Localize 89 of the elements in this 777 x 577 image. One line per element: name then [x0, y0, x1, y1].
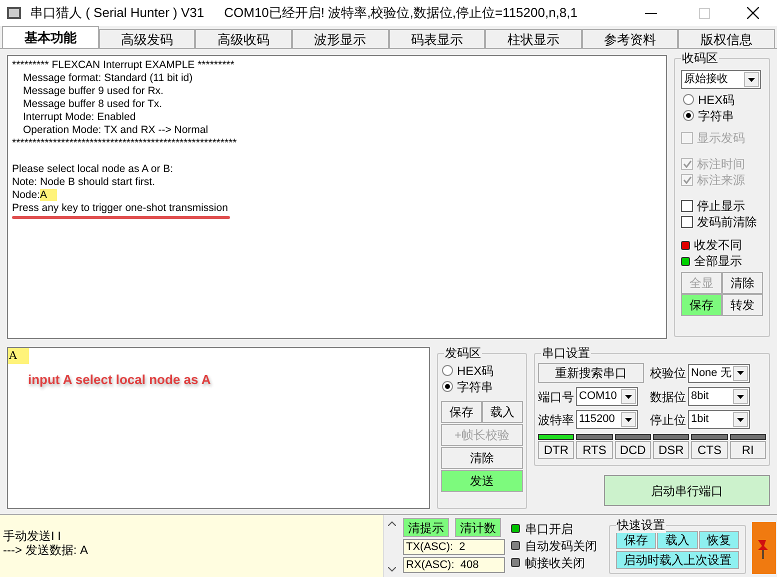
- radio-label: 字符串: [698, 110, 734, 122]
- tab[interactable]: 版权信息: [678, 29, 775, 48]
- receive-text-area[interactable]: [7, 55, 667, 339]
- led-label: 收发不同: [694, 239, 742, 251]
- field-label: 波特率: [538, 414, 574, 426]
- start-port-button[interactable]: 启动串行端口: [604, 475, 770, 506]
- dropdown[interactable]: 115200: [576, 410, 638, 429]
- panel-button[interactable]: 清除: [722, 272, 763, 294]
- tab[interactable]: 柱状显示: [485, 29, 582, 48]
- checkbox-label: 显示发码: [697, 132, 745, 144]
- log-line: Operation Mode: TX and RX --> Normal: [23, 124, 208, 136]
- tab[interactable]: 参考资料: [582, 29, 678, 48]
- log-line: Note: Node B should start first.: [12, 176, 155, 188]
- radio-button[interactable]: [442, 365, 453, 376]
- tab[interactable]: 高级发码: [98, 29, 196, 48]
- scroll-up-icon[interactable]: [388, 521, 396, 526]
- status-button[interactable]: 清计数: [455, 518, 501, 537]
- dropdown[interactable]: None 无: [688, 364, 750, 382]
- log-line: Please select local node as A or B:: [12, 163, 174, 175]
- led-label: 帧接收关闭: [525, 556, 585, 568]
- log-line: Message buffer 8 used for Tx.: [23, 98, 162, 110]
- signal-button[interactable]: DTR: [538, 441, 574, 459]
- tab[interactable]: 基本功能: [2, 26, 99, 48]
- quick-button[interactable]: 启动时载入上次设置: [616, 551, 739, 569]
- tab[interactable]: 高级收码: [195, 29, 292, 48]
- quick-button[interactable]: 恢复: [698, 531, 739, 549]
- checkbox-label: 标注来源: [697, 174, 745, 186]
- log-line: Message buffer 9 used for Rx.: [23, 85, 164, 97]
- app-icon: [6, 6, 22, 20]
- radio-label: 字符串: [457, 380, 493, 392]
- radio-label: HEX码: [698, 94, 735, 106]
- log-line: Message format: Standard (11 bit id): [23, 72, 193, 84]
- checkbox-label: 标注时间: [697, 158, 745, 170]
- send-text: A: [8, 348, 29, 364]
- panel-button[interactable]: 发送: [441, 470, 523, 492]
- send-text-area[interactable]: A input A select local node as A: [7, 347, 430, 509]
- led-label: 自动发码关闭: [525, 540, 597, 552]
- radio-label: HEX码: [457, 364, 494, 376]
- signal-button[interactable]: DSR: [652, 441, 690, 459]
- log-message: 手动发送I I: [3, 529, 62, 543]
- signal-button[interactable]: RTS: [576, 441, 613, 459]
- field-label: 停止位: [650, 414, 686, 426]
- radio-button[interactable]: [442, 381, 453, 392]
- panel-button[interactable]: 保存: [681, 294, 722, 316]
- group-title: 串口设置: [541, 345, 591, 361]
- dropdown[interactable]: COM10: [576, 387, 638, 406]
- panel-button[interactable]: 保存: [441, 401, 482, 423]
- byte-counter: TX(ASC): 2: [403, 539, 505, 555]
- group-title: 发码区: [444, 345, 482, 361]
- log-line: ********* FLEXCAN Interrupt EXAMPLE *********: [12, 59, 234, 71]
- led-label: 全部显示: [694, 255, 742, 267]
- byte-counter: RX(ASC): 408: [403, 557, 505, 573]
- log-line: Interrupt Mode: Enabled: [23, 111, 136, 123]
- close-icon[interactable]: [747, 7, 759, 19]
- panel-button[interactable]: 载入: [482, 401, 523, 423]
- field-label: 端口号: [538, 390, 574, 402]
- window-title: 串口猎人 ( Serial Hunter ) V31: [30, 4, 204, 22]
- checkbox[interactable]: [681, 200, 693, 212]
- group-title: 收码区: [681, 50, 719, 66]
- log-line: *******************************************************: [12, 137, 237, 149]
- dropdown[interactable]: 8bit: [688, 387, 750, 406]
- radio-button[interactable]: [683, 94, 694, 105]
- minimize-icon[interactable]: [645, 12, 657, 14]
- field-label: 校验位: [650, 367, 686, 379]
- log-message: ---> 发送数据: A: [3, 543, 90, 557]
- signal-button[interactable]: CTS: [691, 441, 728, 459]
- radio-button[interactable]: [683, 110, 694, 121]
- led-label: 串口开启: [525, 522, 573, 534]
- signal-button[interactable]: DCD: [614, 441, 651, 459]
- connection-status: COM10已经开启! 波特率,校验位,数据位,停止位=115200,n,8,1: [224, 4, 578, 22]
- log-line: Press any key to trigger one-shot transmission: [12, 202, 228, 214]
- checkbox-label: 发码前清除: [697, 216, 757, 228]
- scroll-down-icon[interactable]: [388, 567, 396, 572]
- log-line: Node:A: [12, 189, 58, 201]
- panel-button[interactable]: 清除: [441, 447, 523, 469]
- dropdown[interactable]: 原始接收: [681, 70, 761, 89]
- status-button[interactable]: 清提示: [403, 518, 449, 537]
- signal-button[interactable]: RI: [730, 441, 766, 459]
- dropdown[interactable]: 1bit: [688, 410, 750, 429]
- rescan-button[interactable]: 重新搜索串口: [538, 363, 644, 383]
- panel-button[interactable]: 转发: [722, 294, 763, 316]
- quick-button[interactable]: 载入: [657, 531, 698, 549]
- checkbox-label: 停止显示: [697, 200, 745, 212]
- tab[interactable]: 码表显示: [388, 29, 486, 48]
- group-title: 快速设置: [616, 517, 666, 533]
- tab[interactable]: 波形显示: [292, 29, 388, 48]
- checkbox[interactable]: [681, 216, 693, 228]
- annotation-text: input A select local node as A: [28, 371, 211, 389]
- field-label: 数据位: [650, 390, 686, 402]
